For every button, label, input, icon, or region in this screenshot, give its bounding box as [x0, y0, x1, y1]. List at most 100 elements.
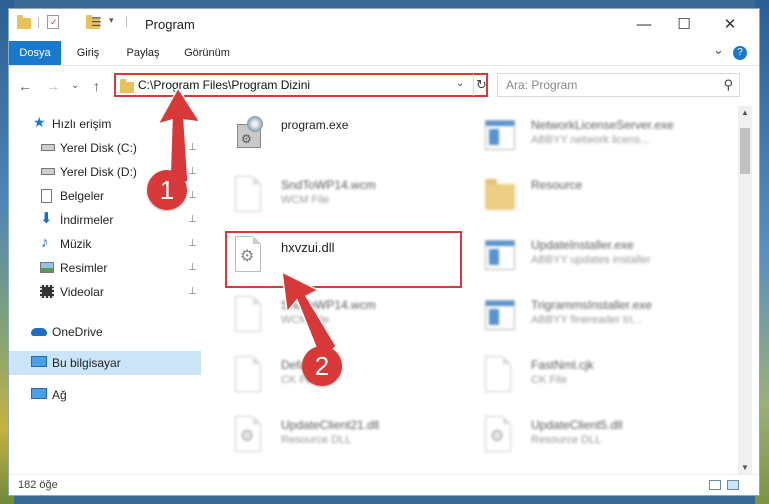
- sidebar-item-label: İndirmeler: [60, 213, 114, 227]
- file-name: UpdateClient5.dll: [531, 418, 623, 432]
- dll-icon: ⚙: [485, 416, 515, 456]
- file-item[interactable]: SndToWP14.wcm WCM File: [209, 290, 449, 346]
- exe-icon: [485, 296, 515, 336]
- file-item[interactable]: NetworkLicenseServer.exe ABBYY network l…: [459, 110, 699, 166]
- ribbon-tabs: Dosya Giriş Paylaş Görünüm ⌄ ?: [9, 41, 759, 66]
- pictures-icon: [40, 262, 54, 273]
- file-item[interactable]: FastNml.cjk CK File: [459, 350, 699, 406]
- drive-icon: [41, 168, 55, 175]
- folder-icon: [120, 79, 134, 93]
- sidebar-item-label: Ağ: [52, 388, 67, 402]
- scrollbar-thumb[interactable]: [740, 128, 750, 174]
- file-description: Resource DLL: [281, 434, 352, 446]
- scroll-down-icon[interactable]: ▼: [738, 463, 752, 472]
- properties-icon[interactable]: ✓: [47, 15, 59, 29]
- sidebar-item-label: Müzik: [60, 237, 92, 251]
- up-button[interactable]: ↑: [93, 78, 100, 94]
- help-icon[interactable]: ?: [733, 46, 747, 60]
- sidebar-item-local-disk-c[interactable]: Yerel Disk (C:) ⊥: [9, 136, 201, 160]
- close-button[interactable]: ✕: [707, 9, 753, 41]
- file-item[interactable]: ⚙ UpdateClient21.dll Resource DLL: [209, 410, 449, 466]
- download-icon: ⬇: [40, 210, 53, 227]
- file-name: TrigrammsInstaller.exe: [531, 298, 652, 312]
- status-bar: 182 öğe: [9, 474, 759, 495]
- pin-icon: ⊥: [188, 286, 197, 297]
- folder-item[interactable]: Resource: [459, 170, 699, 226]
- tab-dosya[interactable]: Dosya: [9, 41, 61, 65]
- pin-icon: ⊥: [188, 214, 197, 225]
- tab-gorunum[interactable]: Görünüm: [171, 41, 243, 65]
- sidebar-item-label: Hızlı erişim: [52, 117, 112, 131]
- pin-icon: ⊥: [188, 262, 197, 273]
- window-title: Program: [145, 17, 195, 32]
- pin-icon: ⊥: [188, 238, 197, 249]
- address-bar[interactable]: C:\Program Files\Program Dizini ⌄ ↻: [114, 73, 488, 97]
- pin-icon: ⊥: [188, 166, 197, 177]
- folder-icon: [485, 176, 515, 216]
- sidebar-item-this-pc[interactable]: Bu bilgisayar: [9, 351, 201, 375]
- file-item[interactable]: UpdateInstaller.exe ABBYY updates instal…: [459, 230, 699, 286]
- documents-icon: [41, 189, 52, 203]
- item-count: 182 öğe: [18, 479, 58, 491]
- exe-icon: [485, 236, 515, 276]
- refresh-button[interactable]: ↻: [473, 74, 489, 96]
- star-icon: ★: [33, 114, 46, 130]
- file-description: Resource DLL: [531, 434, 602, 446]
- tab-giris[interactable]: Giriş: [61, 41, 115, 65]
- file-name: SndToWP14.wcm: [281, 298, 376, 312]
- highlight-box-file: [225, 231, 462, 288]
- sidebar-item-label: Yerel Disk (C:): [60, 141, 137, 155]
- program-icon: ⚙: [235, 116, 265, 156]
- back-button[interactable]: ←: [18, 78, 32, 94]
- search-input[interactable]: Ara: Program ⚲: [497, 73, 740, 97]
- quick-access-dropdown-icon[interactable]: ▾: [109, 15, 114, 26]
- file-description: ABBYY finereader tri...: [531, 314, 642, 326]
- sidebar-item-onedrive[interactable]: OneDrive: [9, 320, 201, 344]
- sidebar-item-label: Belgeler: [60, 189, 105, 203]
- large-icons-view-icon[interactable]: [727, 480, 739, 490]
- file-description: CK File: [531, 374, 568, 386]
- address-dropdown-icon[interactable]: ⌄: [456, 78, 464, 89]
- details-view-icon[interactable]: [709, 480, 721, 490]
- cloud-icon: [31, 328, 47, 336]
- customize-icon[interactable]: ☰: [91, 15, 102, 29]
- computer-icon: [31, 356, 47, 367]
- recent-locations-button[interactable]: ⌄: [71, 80, 79, 91]
- pin-icon: ⊥: [188, 190, 197, 201]
- search-placeholder: Ara: Program: [506, 78, 578, 92]
- file-name: Resource: [531, 178, 583, 192]
- folder-icon: [17, 15, 31, 29]
- file-name: UpdateClient21.dll: [281, 418, 380, 432]
- dll-icon: ⚙: [235, 416, 265, 456]
- drive-icon: [41, 144, 55, 151]
- music-icon: ♪: [41, 234, 49, 251]
- sidebar-item-quick-access[interactable]: ★ Hızlı erişim: [9, 112, 201, 136]
- vertical-scrollbar[interactable]: ▲ ▼: [738, 106, 752, 474]
- document-icon: [235, 296, 265, 336]
- file-item[interactable]: TrigrammsInstaller.exe ABBYY finereader …: [459, 290, 699, 346]
- scroll-up-icon[interactable]: ▲: [738, 108, 752, 117]
- file-item[interactable]: ⚙ program.exe: [209, 110, 449, 166]
- sidebar-item-music[interactable]: ♪ Müzik ⊥: [9, 232, 201, 256]
- ribbon-expand-icon[interactable]: ⌄: [713, 42, 724, 58]
- title-bar: | ✓ ☰ ▾ | Program — ☐ ✕: [9, 9, 759, 41]
- file-item[interactable]: SndToWP14.wcm WCM File: [209, 170, 449, 226]
- sidebar-item-label: Resimler: [60, 261, 108, 275]
- sidebar-item-network[interactable]: Ağ: [9, 383, 201, 407]
- file-description: ABBYY network licens...: [531, 134, 650, 146]
- maximize-button[interactable]: ☐: [661, 9, 707, 41]
- forward-button[interactable]: →: [46, 78, 60, 94]
- tab-paylas[interactable]: Paylaş: [115, 41, 171, 65]
- file-name: FastNml.cjk: [531, 358, 594, 372]
- step-marker-1: 1: [147, 170, 187, 210]
- video-icon: [40, 285, 54, 298]
- sidebar-item-videos[interactable]: Videolar ⊥: [9, 280, 201, 304]
- sidebar-item-downloads[interactable]: ⬇ İndirmeler ⊥: [9, 208, 201, 232]
- document-icon: [235, 176, 265, 216]
- file-item[interactable]: ⚙ UpdateClient5.dll Resource DLL: [459, 410, 699, 466]
- file-name: program.exe: [281, 118, 349, 132]
- file-name: SndToWP14.wcm: [281, 178, 376, 192]
- sidebar-item-pictures[interactable]: Resimler ⊥: [9, 256, 201, 280]
- navigation-pane: ★ Hızlı erişim Yerel Disk (C:) ⊥ Yerel D…: [9, 106, 201, 466]
- sidebar-item-label: Videolar: [60, 285, 104, 299]
